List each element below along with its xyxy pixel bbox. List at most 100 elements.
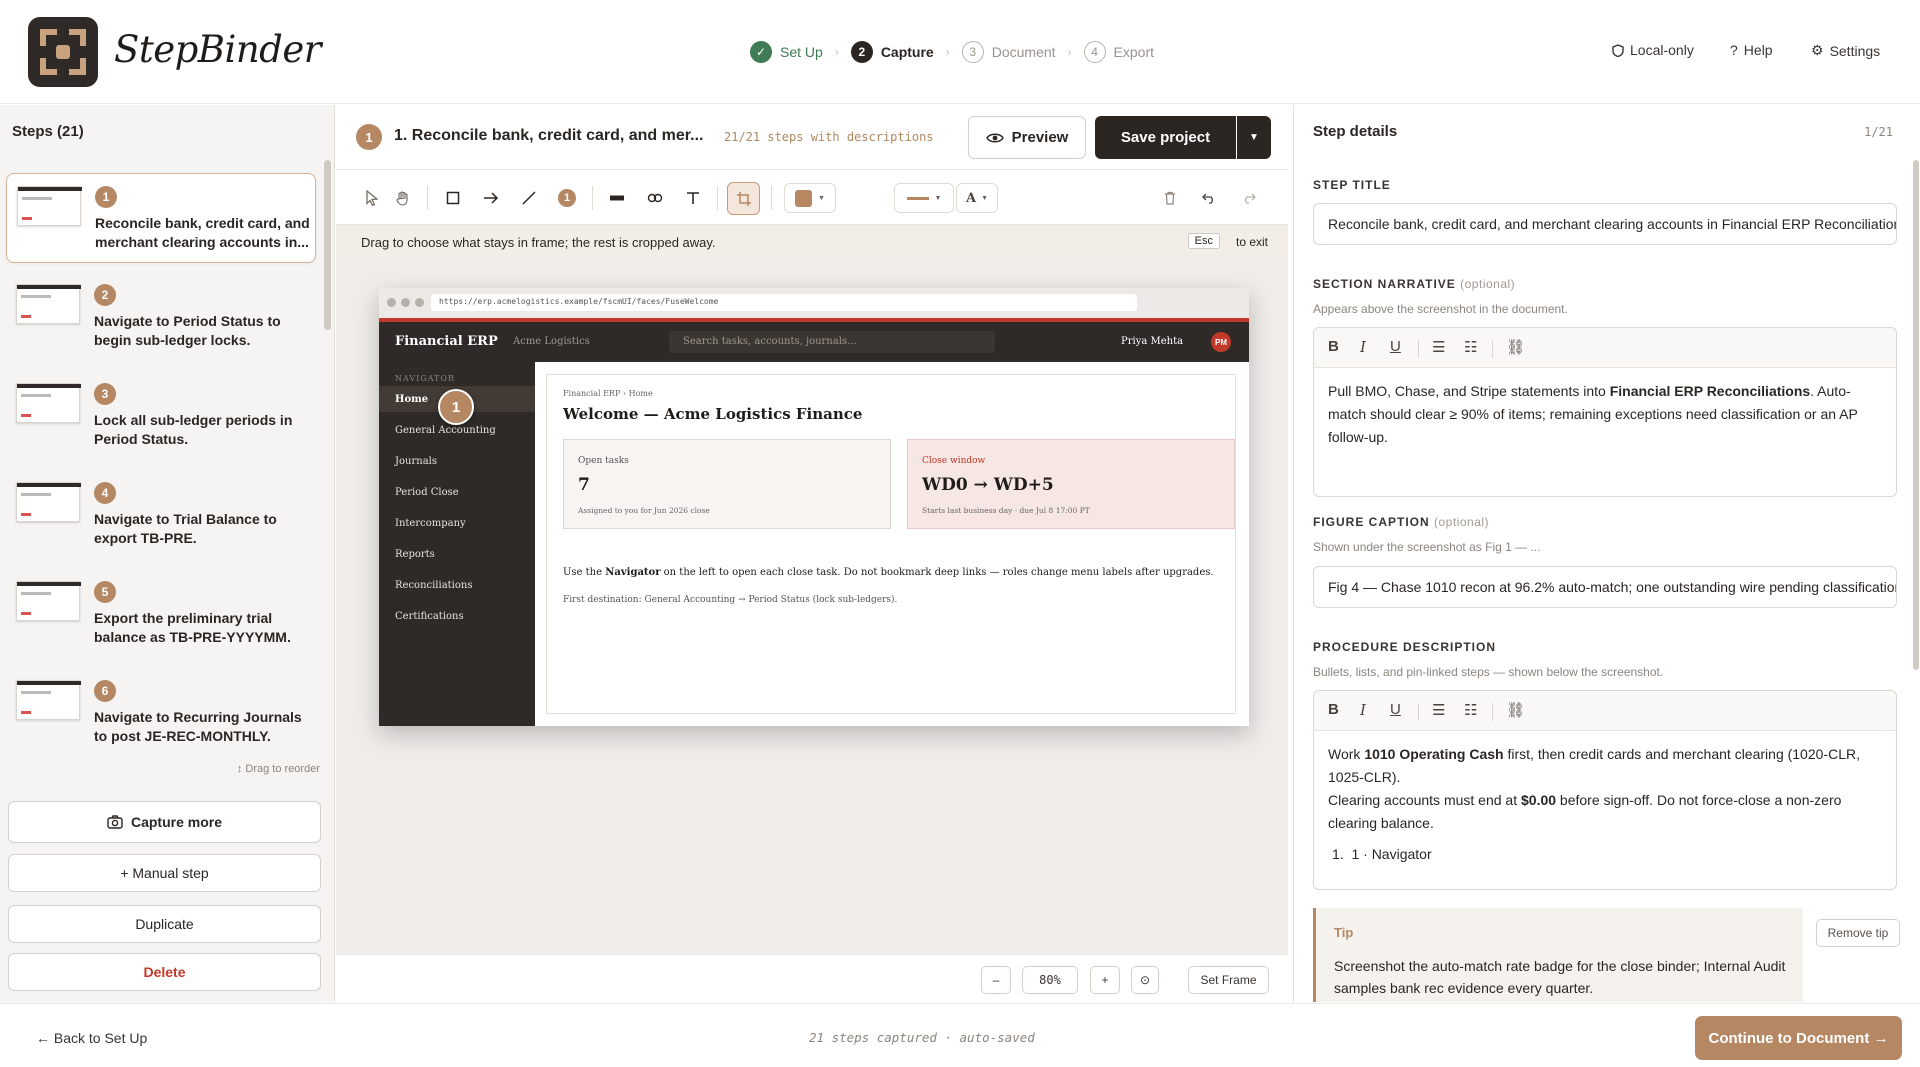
details-scrollbar[interactable] — [1913, 160, 1919, 670]
list-item[interactable]: 2 Navigate to Period Status to begin sub… — [6, 272, 316, 362]
bullet-list-icon[interactable]: ☰ — [1432, 338, 1445, 356]
bullet-list-icon[interactable]: ☰ — [1432, 701, 1445, 719]
annotation-toolbar: 1 ▼ ▼ A ▼ — [336, 170, 1288, 225]
chevron-right-icon: › — [945, 45, 950, 59]
zoom-in-button[interactable]: + — [1090, 966, 1120, 994]
steps-scrollbar[interactable] — [324, 160, 331, 330]
stroke-width-picker[interactable]: ▼ — [894, 183, 954, 213]
crop-icon[interactable] — [727, 182, 760, 215]
step-thumbnail — [16, 284, 81, 324]
wizard-step-export[interactable]: 4 Export — [1083, 41, 1154, 63]
preview-button[interactable]: Preview — [968, 116, 1086, 159]
zoom-reset-icon[interactable]: ⊙ — [1131, 966, 1159, 994]
step-number: 6 — [94, 680, 116, 702]
save-project-button[interactable]: Save project — [1095, 116, 1236, 159]
settings-button[interactable]: ⚙ Settings — [1811, 42, 1880, 59]
format-toolbar: B I U ☰ ☷ ⛓ — [1314, 691, 1896, 731]
line-icon[interactable] — [516, 185, 542, 211]
list-item[interactable]: 1 Reconcile bank, credit card, and merch… — [6, 173, 316, 263]
procedure-description-editor[interactable]: B I U ☰ ☷ ⛓ Work 1010 Operating Cash fir… — [1313, 690, 1897, 890]
link-icon[interactable]: ⛓ — [1506, 338, 1525, 356]
local-only-label: Local-only — [1630, 42, 1694, 58]
section-narrative-text: Pull BMO, Chase, and Stripe statements i… — [1328, 383, 1858, 445]
editor-header: 1 1. Reconcile bank, credit card, and me… — [336, 105, 1288, 170]
zoom-out-button[interactable]: – — [981, 966, 1011, 994]
hand-icon[interactable] — [390, 185, 416, 211]
pointer-icon[interactable] — [359, 185, 385, 211]
trash-icon[interactable] — [1157, 185, 1183, 211]
step-details-count: 1/21 — [1864, 125, 1893, 139]
list-item[interactable]: 3 Lock all sub-ledger periods in Period … — [6, 371, 316, 461]
arrow-icon[interactable] — [478, 185, 504, 211]
figure-caption-input[interactable]: Fig 4 — Chase 1010 recon at 96.2% auto-m… — [1313, 566, 1897, 608]
step-title: Reconcile bank, credit card, and merchan… — [95, 215, 310, 250]
browser-bar: https://erp.acmelogistics.example/fscmUI… — [379, 288, 1249, 318]
bold-icon[interactable]: B — [1328, 338, 1339, 355]
redact-icon[interactable] — [604, 185, 630, 211]
list-item[interactable]: 4 Navigate to Trial Balance to export TB… — [6, 470, 316, 560]
continue-to-document-button[interactable]: Continue to Document → — [1695, 1016, 1902, 1060]
pin-tool-number: 1 — [558, 189, 576, 207]
italic-icon[interactable]: I — [1360, 338, 1366, 356]
breadcrumb: Financial ERP › Home — [563, 389, 653, 398]
italic-icon[interactable]: I — [1360, 701, 1366, 719]
numbered-list-icon[interactable]: ☷ — [1464, 701, 1477, 719]
steps-panel-title: Steps (21) — [12, 123, 84, 140]
manual-step-button[interactable]: + Manual step — [8, 854, 321, 892]
set-frame-button[interactable]: Set Frame — [1188, 966, 1269, 994]
wizard-step-document[interactable]: 3 Document — [961, 41, 1056, 63]
step-number: 2 — [94, 284, 116, 306]
remove-tip-button[interactable]: Remove tip — [1816, 919, 1900, 947]
step-number: 1 — [95, 186, 117, 208]
figure-caption-label: FIGURE CAPTION (optional) — [1313, 515, 1490, 529]
toolbar-divider — [592, 186, 593, 210]
erp-header: Financial ERP Acme Logistics Search task… — [379, 322, 1249, 362]
preview-label: Preview — [1011, 129, 1069, 146]
procedure-description-hint: Bullets, lists, and pin-linked steps — s… — [1313, 665, 1664, 679]
bold-icon[interactable]: B — [1328, 701, 1339, 718]
wizard-step-capture[interactable]: 2 Capture — [850, 41, 934, 63]
delete-button[interactable]: Delete — [8, 953, 321, 991]
list-item[interactable]: 5 Export the preliminary trial balance a… — [6, 569, 316, 659]
toolbar-divider — [717, 186, 718, 210]
window-dot — [387, 298, 396, 307]
pin-tool[interactable]: 1 — [554, 185, 580, 211]
underline-icon[interactable]: U — [1390, 701, 1401, 718]
chevron-right-icon: › — [1067, 45, 1072, 59]
font-picker[interactable]: A ▼ — [956, 183, 998, 213]
wizard-step-number: 4 — [1083, 41, 1106, 63]
help-button[interactable]: ? Help — [1730, 42, 1773, 58]
back-to-setup-link[interactable]: ← Back to Set Up — [36, 1030, 147, 1046]
window-dot — [415, 298, 424, 307]
wizard-step-label: Document — [991, 44, 1056, 60]
local-only-button[interactable]: Local-only — [1612, 42, 1694, 58]
link-icon[interactable]: ⛓ — [1506, 701, 1525, 719]
chevron-down-icon[interactable]: ▼ — [1237, 116, 1271, 159]
zoom-bar: – 80% + ⊙ Set Frame — [336, 954, 1288, 1002]
list-item[interactable]: 6 Navigate to Recurring Journals to post… — [6, 668, 316, 758]
stroke-sample — [906, 196, 929, 200]
rectangle-icon[interactable] — [440, 185, 466, 211]
color-picker[interactable]: ▼ — [784, 183, 836, 213]
erp-nav-item: Period Close — [395, 487, 459, 498]
erp-instructions: Use the Navigator on the left to open ea… — [563, 567, 1214, 578]
step-title-input[interactable]: Reconcile bank, credit card, and merchan… — [1313, 203, 1897, 245]
screenshot-canvas[interactable]: https://erp.acmelogistics.example/fscmUI… — [379, 288, 1249, 726]
capture-more-button[interactable]: Capture more — [8, 801, 321, 843]
duplicate-button[interactable]: Duplicate — [8, 905, 321, 943]
underline-icon[interactable]: U — [1390, 338, 1401, 355]
erp-org-name: Acme Logistics — [513, 336, 590, 347]
erp-nav-label: NAVIGATOR — [395, 374, 455, 383]
numbered-list-icon[interactable]: ☷ — [1464, 338, 1477, 356]
eye-icon — [985, 133, 1004, 142]
zoom-level[interactable]: 80% — [1022, 966, 1078, 994]
text-icon[interactable] — [680, 185, 706, 211]
wizard-steps: ✓ Set Up › 2 Capture › 3 Document › 4 Ex… — [750, 40, 1154, 64]
section-narrative-editor[interactable]: B I U ☰ ☷ ⛓ Pull BMO, Chase, and Stripe … — [1313, 327, 1897, 497]
undo-icon[interactable] — [1196, 185, 1222, 211]
redo-icon[interactable] — [1236, 185, 1262, 211]
annotation-pin[interactable]: 1 — [438, 389, 474, 425]
wizard-step-setup[interactable]: ✓ Set Up — [750, 41, 823, 63]
tip-body: Screenshot the auto-match rate badge for… — [1334, 958, 1786, 996]
link-icon[interactable] — [642, 185, 668, 211]
